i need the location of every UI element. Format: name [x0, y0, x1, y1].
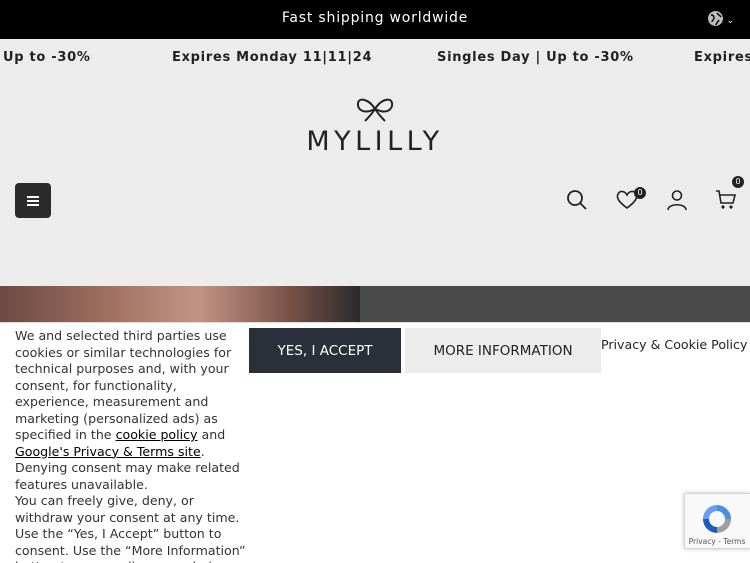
- bow-logo-icon: [356, 98, 394, 122]
- promo-item: Expires M: [694, 50, 750, 65]
- hamburger-icon: [27, 195, 39, 206]
- accept-button[interactable]: YES, I ACCEPT: [249, 328, 401, 373]
- globe-icon: [707, 10, 724, 27]
- promo-item: Up to -30%: [3, 50, 91, 65]
- consent-text-part: We and selected third parties use cookie…: [15, 328, 232, 442]
- chevron-down-icon: ⌄: [726, 15, 734, 25]
- hero-image: [0, 286, 750, 322]
- google-privacy-link[interactable]: Google's Privacy & Terms site: [15, 444, 201, 459]
- language-selector[interactable]: ⌄: [707, 10, 734, 27]
- recaptcha-badge[interactable]: Privacy - Terms: [684, 493, 750, 549]
- search-button[interactable]: [566, 189, 588, 216]
- cookie-policy-link[interactable]: cookie policy: [116, 427, 198, 442]
- menu-button[interactable]: [15, 183, 51, 218]
- consent-text-part: You can freely give, deny, or withdraw y…: [15, 493, 240, 525]
- consent-text: We and selected third parties use cookie…: [15, 328, 247, 563]
- consent-text-part: and: [197, 427, 226, 442]
- shipping-text: Fast shipping worldwide: [281, 10, 469, 26]
- search-icon: [567, 190, 587, 210]
- cookie-consent-banner: We and selected third parties use cookie…: [0, 322, 750, 563]
- wishlist-count-badge: 0: [634, 187, 646, 199]
- recaptcha-icon: [703, 505, 731, 533]
- cart-button[interactable]: 0: [715, 176, 744, 216]
- site-header: MYLILLY 0 0: [0, 75, 750, 286]
- wishlist-button[interactable]: 0: [615, 187, 646, 216]
- cart-count-badge: 0: [732, 176, 744, 188]
- site-logo[interactable]: MYLILLY: [285, 93, 465, 159]
- recaptcha-caption: Privacy - Terms: [688, 537, 746, 546]
- top-announcement-bar: Fast shipping worldwide ⌄: [0, 0, 750, 39]
- promo-item: Expires Monday 11|11|24: [172, 50, 373, 65]
- consent-text-part: Use the “Yes, I Accept” button to consen…: [15, 526, 246, 563]
- account-button[interactable]: [666, 189, 688, 216]
- logo-wordmark: MYLILLY: [306, 126, 444, 157]
- cart-icon: [716, 190, 737, 209]
- user-icon: [667, 190, 687, 211]
- hero-photo: [0, 286, 360, 322]
- promo-item: Singles Day | Up to -30%: [437, 50, 634, 65]
- privacy-cookie-policy-link[interactable]: Privacy & Cookie Policy: [601, 337, 747, 352]
- promo-marquee: Up to -30% Expires Monday 11|11|24 Singl…: [0, 39, 750, 75]
- more-information-button[interactable]: MORE INFORMATION: [405, 328, 601, 373]
